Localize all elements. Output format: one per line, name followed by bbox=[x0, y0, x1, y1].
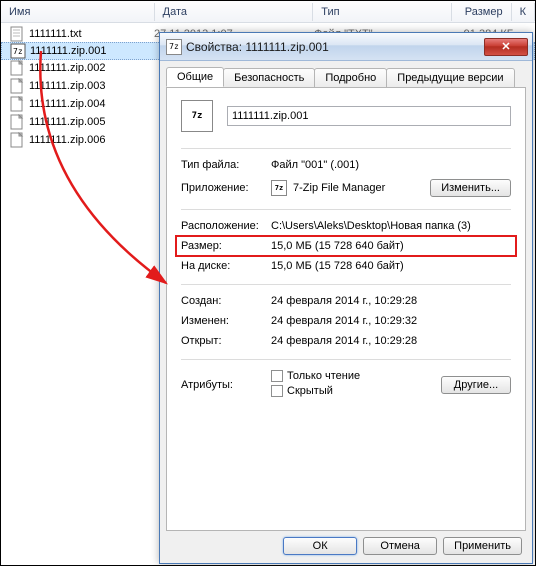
ondisk-label: На диске: bbox=[181, 260, 271, 272]
tab-details[interactable]: Подробно bbox=[314, 68, 387, 88]
cancel-button[interactable]: Отмена bbox=[363, 537, 437, 555]
file-blank-icon bbox=[9, 78, 25, 94]
titlebar[interactable]: 7z Свойства: 1111111.zip.001 ✕ bbox=[160, 33, 532, 61]
separator bbox=[181, 359, 511, 360]
tab-general[interactable]: Общие bbox=[166, 67, 224, 87]
close-button[interactable]: ✕ bbox=[484, 38, 528, 56]
file-blank-icon bbox=[9, 114, 25, 130]
file-blank-icon bbox=[9, 96, 25, 112]
tab-page-general: 7z Тип файла: Файл "001" (.001) Приложен… bbox=[166, 87, 526, 531]
apply-button[interactable]: Применить bbox=[443, 537, 522, 555]
column-extra[interactable]: К bbox=[512, 3, 535, 21]
filename-input[interactable] bbox=[227, 106, 511, 126]
window-icon: 7z bbox=[166, 39, 182, 55]
created-label: Создан: bbox=[181, 295, 271, 307]
file-type-icon: 7z bbox=[181, 100, 213, 132]
column-type[interactable]: Тип bbox=[313, 3, 452, 21]
tabstrip: Общие Безопасность Подробно Предыдущие в… bbox=[160, 61, 532, 87]
column-header-row: Имя Дата Тип Размер К bbox=[1, 1, 535, 23]
accessed-label: Открыт: bbox=[181, 335, 271, 347]
column-size[interactable]: Размер bbox=[452, 3, 512, 21]
created-value: 24 февраля 2014 г., 10:29:28 bbox=[271, 295, 511, 307]
accessed-value: 24 февраля 2014 г., 10:29:28 bbox=[271, 335, 511, 347]
separator bbox=[181, 284, 511, 285]
size-value: 15,0 МБ (15 728 640 байт) bbox=[271, 240, 511, 252]
file-name: 1111111.txt bbox=[29, 28, 154, 40]
filetype-value: Файл "001" (.001) bbox=[271, 159, 511, 171]
modified-label: Изменен: bbox=[181, 315, 271, 327]
file-name: 1111111.zip.001 bbox=[30, 45, 155, 57]
checkbox-box bbox=[271, 370, 283, 382]
column-date[interactable]: Дата bbox=[155, 3, 314, 21]
attributes-label: Атрибуты: bbox=[181, 379, 271, 391]
svg-text:7z: 7z bbox=[13, 47, 23, 56]
file-blank-icon bbox=[9, 132, 25, 148]
other-button[interactable]: Другие... bbox=[441, 376, 511, 394]
checkbox-box bbox=[271, 385, 283, 397]
file-name: 1111111.zip.004 bbox=[29, 98, 154, 110]
column-name[interactable]: Имя bbox=[1, 3, 155, 21]
attributes-group: Только чтение Скрытый bbox=[271, 370, 441, 400]
file-name: 1111111.zip.005 bbox=[29, 116, 154, 128]
ondisk-value: 15,0 МБ (15 728 640 байт) bbox=[271, 260, 511, 272]
filetype-label: Тип файла: bbox=[181, 159, 271, 171]
app-value: 7z7-Zip File Manager bbox=[271, 180, 430, 196]
size-highlight: Размер: 15,0 МБ (15 728 640 байт) bbox=[175, 235, 517, 257]
tab-previous-versions[interactable]: Предыдущие версии bbox=[386, 68, 514, 88]
window-title: Свойства: 1111111.zip.001 bbox=[186, 40, 484, 54]
file-txt-icon bbox=[9, 26, 25, 42]
hidden-label: Скрытый bbox=[287, 385, 333, 397]
dialog-buttons: ОК Отмена Применить bbox=[160, 537, 532, 565]
separator bbox=[181, 209, 511, 210]
tab-security[interactable]: Безопасность bbox=[223, 68, 315, 88]
file-name: 1111111.zip.003 bbox=[29, 80, 154, 92]
file-name: 1111111.zip.002 bbox=[29, 62, 154, 74]
readonly-checkbox[interactable]: Только чтение bbox=[271, 370, 360, 382]
separator bbox=[181, 148, 511, 149]
hidden-checkbox[interactable]: Скрытый bbox=[271, 385, 333, 397]
location-label: Расположение: bbox=[181, 220, 271, 232]
ok-button[interactable]: ОК bbox=[283, 537, 357, 555]
properties-dialog: 7z Свойства: 1111111.zip.001 ✕ Общие Без… bbox=[159, 32, 533, 564]
size-label: Размер: bbox=[181, 240, 271, 252]
modified-value: 24 февраля 2014 г., 10:29:32 bbox=[271, 315, 511, 327]
file-blank-icon bbox=[9, 60, 25, 76]
app-label: Приложение: bbox=[181, 182, 271, 194]
file-7z-icon: 7z bbox=[10, 43, 26, 59]
change-button[interactable]: Изменить... bbox=[430, 179, 511, 197]
location-value: C:\Users\Aleks\Desktop\Новая папка (3) bbox=[271, 220, 511, 232]
app-icon: 7z bbox=[271, 180, 287, 196]
file-name: 1111111.zip.006 bbox=[29, 134, 154, 146]
readonly-label: Только чтение bbox=[287, 370, 360, 382]
